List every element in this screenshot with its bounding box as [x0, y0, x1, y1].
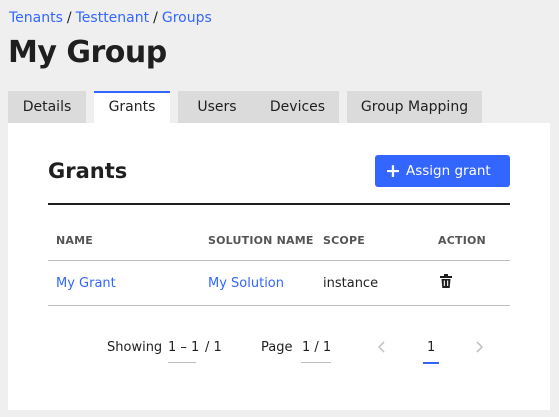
breadcrumb-testtenant[interactable]: Testtenant — [76, 10, 150, 26]
showing-label: Showing — [107, 340, 163, 355]
tab-devices[interactable]: Devices — [256, 91, 339, 123]
scope-value: instance — [323, 276, 379, 291]
grants-panel: Grants + Assign grant NAME SOLUTION NAME… — [8, 123, 550, 410]
column-header-name[interactable]: NAME — [56, 234, 93, 248]
breadcrumb: Tenants / Testtenant / Groups — [9, 9, 212, 27]
tab-group-mapping[interactable]: Group Mapping — [347, 91, 482, 123]
page-field-underline — [301, 362, 331, 363]
tab-users[interactable]: Users — [178, 91, 256, 123]
column-header-solution-name[interactable]: SOLUTION NAME — [208, 234, 314, 248]
breadcrumb-tenants[interactable]: Tenants — [9, 10, 63, 26]
showing-range-field[interactable]: 1 – 1 — [168, 340, 199, 356]
row-divider — [48, 305, 510, 306]
assign-grant-label: Assign grant — [406, 163, 491, 179]
page-title: My Group — [8, 35, 167, 70]
breadcrumb-separator: / — [66, 10, 72, 26]
column-header-action: ACTION — [438, 234, 486, 247]
solution-name-link[interactable]: My Solution — [208, 276, 284, 292]
table-top-divider — [48, 203, 510, 205]
header-divider — [48, 260, 510, 261]
page-field[interactable]: 1 / 1 — [302, 340, 331, 356]
page-label: Page — [261, 340, 293, 355]
current-page-indicator — [423, 362, 439, 364]
showing-total: / 1 — [205, 340, 222, 355]
tab-details[interactable]: Details — [8, 91, 86, 123]
breadcrumb-separator: / — [153, 10, 158, 26]
column-header-scope[interactable]: SCOPE — [323, 234, 365, 248]
page-number-current[interactable]: 1 — [427, 340, 435, 356]
grants-title: Grants — [48, 159, 128, 183]
assign-grant-button[interactable]: + Assign grant — [375, 155, 510, 187]
showing-range-underline — [168, 362, 196, 363]
tab-grants[interactable]: Grants — [94, 91, 170, 123]
trash-icon[interactable] — [440, 274, 452, 288]
chevron-left-icon[interactable] — [376, 339, 388, 355]
grant-name-link[interactable]: My Grant — [56, 276, 116, 292]
plus-icon: + — [385, 160, 401, 182]
chevron-right-icon[interactable] — [473, 339, 485, 355]
breadcrumb-groups[interactable]: Groups — [162, 10, 212, 26]
